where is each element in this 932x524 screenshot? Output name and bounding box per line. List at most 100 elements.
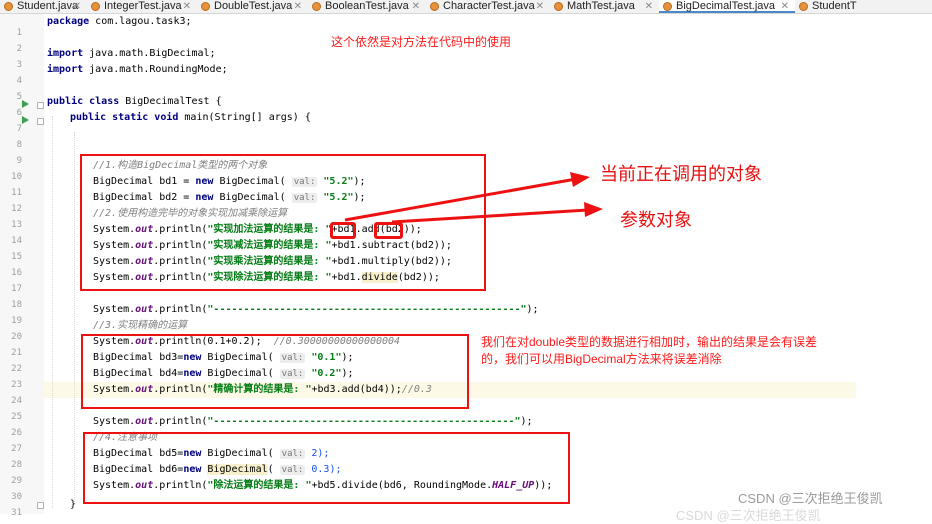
tab-bigdecimaltest[interactable]: BigDecimalTest.java ✕ (659, 0, 795, 13)
close-tab-icon[interactable]: ✕ (183, 0, 191, 13)
keyword: import (47, 64, 84, 75)
code-text: System. (93, 304, 136, 315)
line-number: 10 (11, 172, 22, 182)
close-tab-icon[interactable]: ✕ (294, 0, 302, 13)
csdn-watermark-ghost: CSDN @三次拒绝王俊凯 (676, 508, 821, 523)
tab-label: DoubleTest.java (214, 0, 293, 12)
line-number: 19 (11, 316, 22, 326)
keyword: class (83, 96, 120, 107)
tab-charactertest[interactable]: CharacterTest.java ✕ (426, 0, 550, 13)
java-class-icon (799, 2, 808, 11)
line-number: 9 (16, 156, 22, 166)
fold-icon[interactable] (37, 502, 44, 509)
line-number: 6 (16, 108, 22, 118)
line-number: 1 (16, 28, 22, 38)
annotation-param-object: 参数对象 (620, 210, 692, 230)
editor-tab-bar: Student.java ✕ IntegerTest.java ✕ DoubleTest… (0, 0, 932, 14)
line-number: 26 (11, 428, 22, 438)
line-number: 8 (16, 140, 22, 150)
code-line-21[interactable]: //3.实现精确的运算 (93, 318, 187, 334)
code-line-32[interactable]: } (70, 497, 76, 513)
code-text: com.lagou.task3; (89, 16, 192, 27)
code-text: .println( (153, 416, 208, 427)
tab-label: MathTest.java (567, 0, 635, 12)
close-tab-icon[interactable]: ✕ (645, 0, 653, 13)
tab-doubletest[interactable]: DoubleTest.java ✕ (197, 0, 308, 13)
static-field: out (135, 416, 154, 427)
line-number: 18 (11, 300, 22, 310)
code-line-27[interactable]: System.out.println("--------------------… (93, 414, 533, 430)
run-main-icon[interactable] (22, 116, 29, 124)
annotation-box-arithmetic (80, 154, 486, 291)
code-line-7[interactable]: public static void main(String[] args) { (70, 110, 311, 126)
code-text: java.math.BigDecimal; (83, 48, 216, 59)
java-class-icon (201, 2, 210, 11)
code-line-3[interactable]: import java.math.BigDecimal; (47, 46, 216, 62)
line-number: 2 (16, 44, 22, 54)
code-text: System. (93, 416, 136, 427)
keyword: static (106, 112, 149, 123)
java-class-icon (312, 2, 321, 11)
tab-mathtest[interactable]: MathTest.java ✕ (550, 0, 659, 13)
line-number: 14 (11, 236, 22, 246)
close-tab-icon[interactable]: ✕ (412, 0, 420, 13)
line-number: 4 (16, 76, 22, 86)
keyword: import (47, 48, 84, 59)
code-text: .println( (153, 304, 208, 315)
java-class-icon (4, 2, 13, 11)
tab-student[interactable]: Student.java ✕ (0, 0, 87, 13)
annotation-box-precise (81, 334, 469, 409)
fold-icon[interactable] (37, 102, 44, 109)
code-text: main(String[] args) { (178, 112, 311, 123)
tab-label: StudentT (812, 0, 857, 12)
code-text: BigDecimalTest { (119, 96, 222, 107)
tab-label: BigDecimalTest.java (676, 0, 776, 12)
arrowhead-param-object (584, 202, 603, 217)
close-tab-icon[interactable]: ✕ (73, 0, 81, 13)
line-number: 29 (11, 476, 22, 486)
line-number: 22 (11, 364, 22, 374)
tab-label: IntegerTest.java (104, 0, 182, 12)
tab-label: Student.java (17, 0, 79, 12)
annotation-box-bd2 (374, 222, 403, 239)
close-tab-icon[interactable]: ✕ (781, 0, 789, 13)
arrowhead-current-object (570, 172, 590, 187)
code-text: java.math.RoundingMode; (83, 64, 228, 75)
indent-guide (52, 116, 53, 508)
run-class-icon[interactable] (22, 100, 29, 108)
close-tab-icon[interactable]: ✕ (536, 0, 544, 13)
line-number: 15 (11, 252, 22, 262)
tab-label: CharacterTest.java (443, 0, 535, 12)
line-number: 30 (11, 492, 22, 502)
line-number: 12 (11, 204, 22, 214)
tab-booleantest[interactable]: BooleanTest.java ✕ (308, 0, 426, 13)
code-line-4[interactable]: import java.math.RoundingMode; (47, 62, 228, 78)
line-number: 23 (11, 380, 22, 390)
tab-integertest[interactable]: IntegerTest.java ✕ (87, 0, 197, 13)
line-number: 21 (11, 348, 22, 358)
code-line-1[interactable]: package com.lagou.task3; (47, 14, 192, 30)
code-comment: //3.实现精确的运算 (93, 320, 188, 331)
tab-studenttest[interactable]: StudentT (795, 0, 932, 13)
line-number: 17 (11, 284, 22, 294)
code-line-20[interactable]: System.out.println("--------------------… (93, 302, 539, 318)
line-number: 24 (11, 396, 22, 406)
java-class-icon (430, 2, 439, 11)
tab-label: BooleanTest.java (325, 0, 409, 12)
line-number: 25 (11, 412, 22, 422)
static-field: out (135, 304, 154, 315)
code-line-6[interactable]: public class BigDecimalTest { (47, 94, 222, 110)
line-number: 28 (11, 460, 22, 470)
annotation-top-note: 这个依然是对方法在代码中的使用 (331, 35, 512, 49)
fold-icon[interactable] (37, 118, 44, 125)
annotation-current-object: 当前正在调用的对象 (600, 164, 762, 184)
line-number: 5 (16, 92, 22, 102)
annotation-box-caveats (83, 432, 570, 504)
line-number: 31 (11, 508, 22, 518)
line-number: 13 (11, 220, 22, 230)
line-number: 27 (11, 444, 22, 454)
code-text: ); (520, 416, 533, 427)
indent-guide (74, 132, 75, 502)
java-class-icon (91, 2, 100, 11)
line-number: 16 (11, 268, 22, 278)
